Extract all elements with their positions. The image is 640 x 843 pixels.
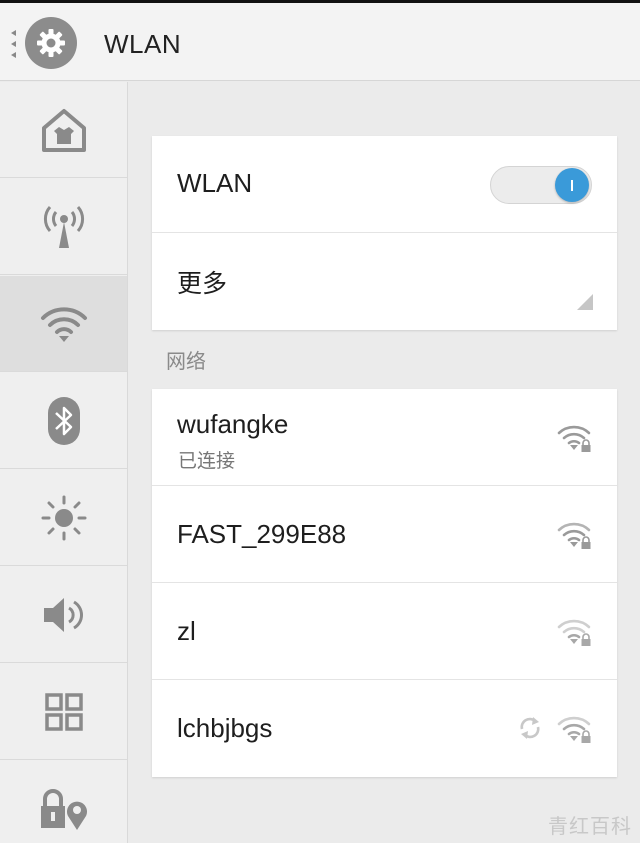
network-item-zl[interactable]: zl [152,583,617,680]
sidebar-item-wifi[interactable] [0,276,127,372]
wlan-toggle-switch[interactable] [490,166,592,204]
networks-section-label: 网络 [166,349,206,373]
network-item-lchbjbgs[interactable]: lchbjbgs [152,680,617,777]
sidebar-item-display[interactable] [0,470,127,566]
wifi-lock-icon [557,425,591,452]
broadcast-tower-icon [43,205,84,248]
network-name: FAST_299E88 [177,519,347,549]
wlan-label: WLAN [177,168,253,198]
sidebar-item-tethering[interactable] [0,179,127,275]
network-item-wufangke[interactable]: wufangke 已连接 [152,389,617,486]
wifi-lock-icon [557,619,591,646]
app-header: WLAN [0,3,640,81]
watermark-text: 青红百科 [548,814,632,838]
volume-icon [43,597,83,632]
wifi-lock-icon [557,716,591,743]
network-name: lchbjbgs [177,713,273,743]
network-status: 已连接 [178,450,236,472]
apps-grid-icon [44,692,83,731]
sidebar-item-home[interactable] [0,82,127,178]
back-icon[interactable] [9,29,17,59]
wifi-icon [40,306,87,342]
wifi-lock-icon [557,522,591,549]
page-title: WLAN [104,29,182,59]
bluetooth-icon [47,396,80,445]
home-icon [41,108,86,152]
lock-location-icon [40,788,87,830]
main-content: WLAN 更多 网络 wufangke 已连接 FAST_299E88 zl l… [129,82,640,843]
wlan-settings-card: WLAN 更多 [152,136,617,330]
network-item-fast-299e88[interactable]: FAST_299E88 [152,486,617,583]
sidebar [0,82,128,843]
sidebar-item-sound[interactable] [0,567,127,663]
network-name: zl [177,616,196,646]
network-list: wufangke 已连接 FAST_299E88 zl lchbjbgs [152,389,617,777]
gear-icon[interactable] [25,17,77,69]
more-row[interactable]: 更多 [152,233,617,330]
sidebar-item-apps[interactable] [0,664,127,760]
wlan-toggle-row[interactable]: WLAN [152,136,617,233]
sidebar-item-bluetooth[interactable] [0,373,127,469]
sidebar-item-security[interactable] [0,761,127,843]
more-label: 更多 [177,269,228,298]
toggle-knob [555,168,589,202]
network-name: wufangke [177,409,289,439]
sync-icon [520,717,540,739]
brightness-icon [41,495,86,540]
corner-triangle-icon [577,294,593,310]
